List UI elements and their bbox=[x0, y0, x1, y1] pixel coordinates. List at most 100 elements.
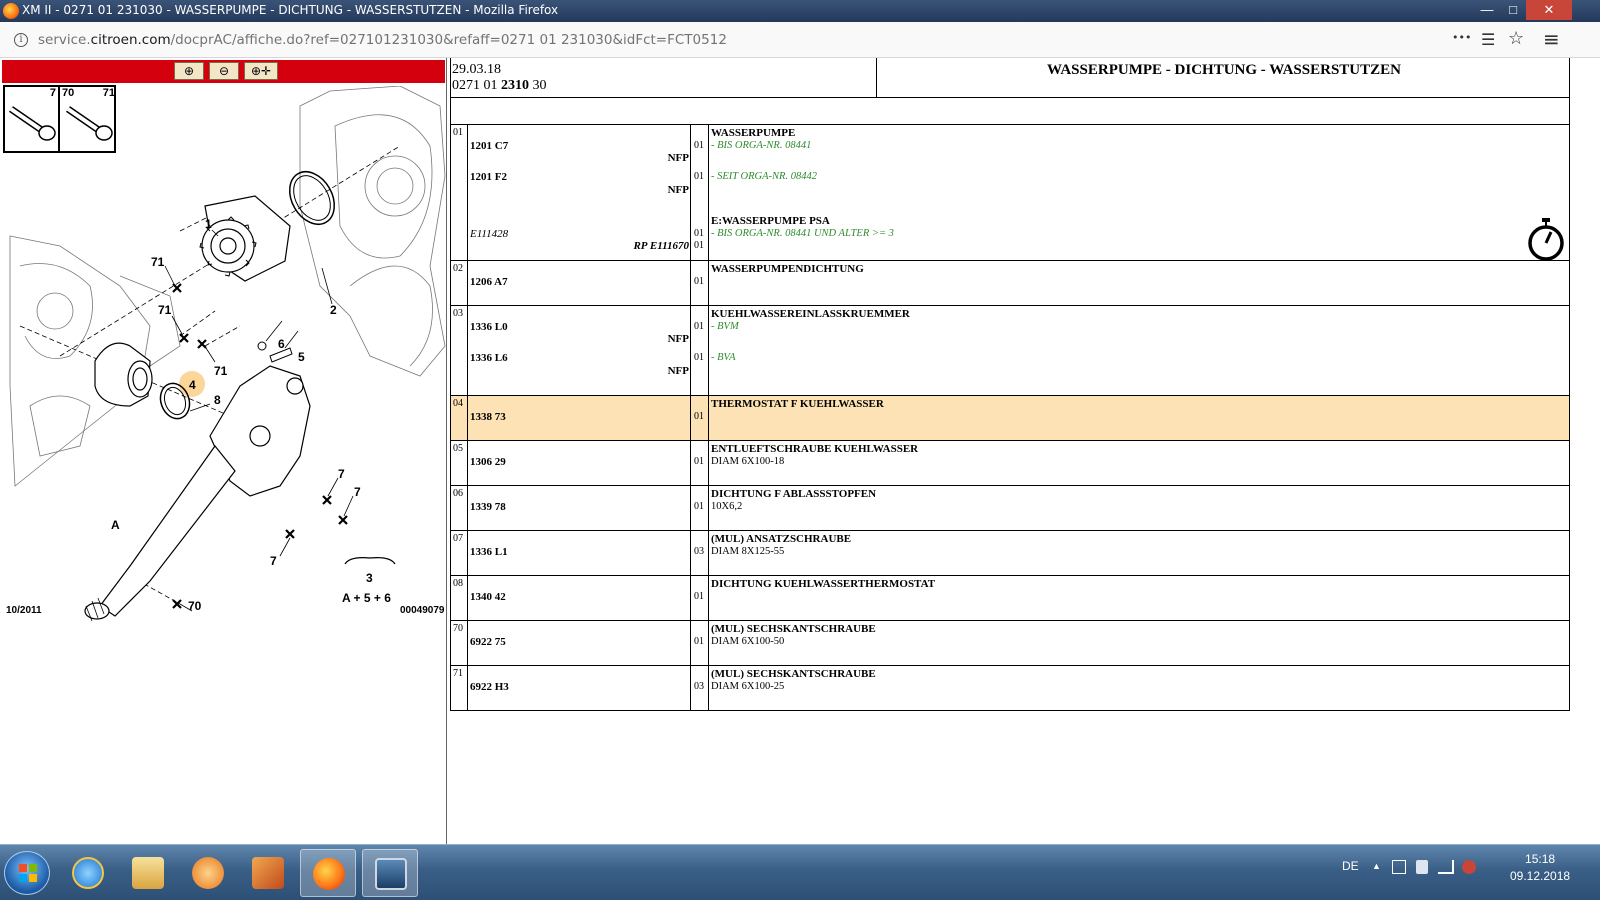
row-number: 06 bbox=[451, 486, 468, 530]
part-reference[interactable]: 1338 73 bbox=[470, 411, 506, 423]
row-reference-cell: 1336 L1 bbox=[468, 531, 691, 575]
table-row[interactable]: 06 1339 78 01 DICHTUNG F ABLASSSTOPFEN 1… bbox=[451, 486, 1569, 531]
part-dimension: DIAM 6X100-50 bbox=[711, 636, 785, 647]
row-quantity-cell: 01 01 bbox=[691, 306, 709, 395]
part-reference[interactable]: 6922 H3 bbox=[470, 681, 509, 693]
row-number: 08 bbox=[451, 576, 468, 620]
quantity: 03 bbox=[694, 681, 704, 692]
part-reference[interactable]: 1306 29 bbox=[470, 456, 506, 468]
taskbar-control-panel[interactable] bbox=[240, 849, 296, 897]
part-reference[interactable]: 1339 78 bbox=[470, 501, 506, 513]
zoom-out-button[interactable]: ⊖ bbox=[209, 62, 239, 80]
ref-part-c: 30 bbox=[529, 78, 547, 93]
minimize-button[interactable]: — bbox=[1474, 0, 1500, 20]
start-button[interactable] bbox=[4, 851, 50, 895]
quantity: 01 bbox=[694, 352, 704, 363]
row-reference-cell: 1340 42 bbox=[468, 576, 691, 620]
row-description-cell: (MUL) SECHSKANTSCHRAUBE DIAM 6X100-50 bbox=[709, 621, 1569, 665]
site-info-icon[interactable]: i bbox=[14, 33, 28, 47]
row-description-cell: WASSERPUMPENDICHTUNG bbox=[709, 261, 1569, 305]
row-description-cell: THERMOSTAT F KUEHLWASSER bbox=[709, 396, 1569, 440]
ref-part-a: 0271 01 bbox=[452, 78, 501, 93]
stopwatch-icon[interactable] bbox=[1527, 217, 1565, 261]
diagram-label-A[interactable]: A bbox=[111, 518, 120, 532]
part-description: THERMOSTAT F KUEHLWASSER bbox=[711, 398, 884, 410]
table-row[interactable]: 01 1201 C7 NFP 1201 F2 NFP E111428 RP E1… bbox=[451, 125, 1569, 261]
diagram-label-3[interactable]: 3 bbox=[366, 571, 373, 585]
close-button[interactable]: ✕ bbox=[1526, 0, 1572, 20]
taskbar-file-explorer[interactable] bbox=[120, 849, 176, 897]
part-reference[interactable]: 1336 L6 bbox=[470, 352, 508, 364]
row-number: 07 bbox=[451, 531, 468, 575]
part-reference[interactable]: 1201 F2 bbox=[470, 171, 507, 183]
part-reference[interactable]: 1336 L1 bbox=[470, 546, 508, 558]
table-row-selected[interactable]: 04 1338 73 01 THERMOSTAT F KUEHLWASSER bbox=[451, 396, 1569, 441]
nfp-flag: NFP bbox=[667, 152, 689, 164]
part-reference[interactable]: 1340 42 bbox=[470, 591, 506, 603]
page-actions-icon[interactable]: ••• bbox=[1452, 31, 1471, 44]
show-hidden-icons[interactable]: ▲ bbox=[1372, 861, 1381, 871]
pocket-icon[interactable]: ☰ bbox=[1481, 30, 1495, 49]
diagram-label-71[interactable]: 71 bbox=[151, 255, 165, 269]
part-reference[interactable]: 1206 A7 bbox=[470, 276, 508, 288]
diagram-label-7[interactable]: 7 bbox=[354, 485, 361, 499]
table-row[interactable]: 07 1336 L1 03 (MUL) ANSATZSCHRAUBE DIAM … bbox=[451, 531, 1569, 576]
part-reference[interactable]: 6922 75 bbox=[470, 636, 506, 648]
diagram-label-70[interactable]: 70 bbox=[188, 599, 202, 613]
diagram-label-71[interactable]: 71 bbox=[158, 303, 172, 317]
taskbar-internet-explorer[interactable] bbox=[60, 849, 116, 897]
row-number: 70 bbox=[451, 621, 468, 665]
quantity: 01 bbox=[694, 411, 704, 422]
table-row[interactable]: 05 1306 29 01 ENTLUEFTSCHRAUBE KUEHLWASS… bbox=[451, 441, 1569, 486]
network-icon[interactable] bbox=[1438, 860, 1454, 874]
table-row[interactable]: 71 6922 H3 03 (MUL) SECHSKANTSCHRAUBE DI… bbox=[451, 666, 1569, 711]
part-description: ENTLUEFTSCHRAUBE KUEHLWASSER bbox=[711, 443, 919, 455]
media-player-icon bbox=[192, 857, 224, 889]
table-row[interactable]: 02 1206 A7 01 WASSERPUMPENDICHTUNG bbox=[451, 261, 1569, 306]
taskbar-firefox[interactable] bbox=[300, 849, 356, 897]
device-icon[interactable] bbox=[1416, 860, 1428, 874]
diagram-label-5[interactable]: 5 bbox=[298, 350, 305, 364]
part-description: (MUL) ANSATZSCHRAUBE bbox=[711, 533, 852, 545]
menu-hamburger-icon[interactable]: ≡ bbox=[1543, 27, 1560, 51]
diagram-label-8[interactable]: 8 bbox=[214, 393, 221, 407]
diagram-label-7[interactable]: 7 bbox=[338, 467, 345, 481]
url-bar[interactable]: service.citroen.com/docprAC/affiche.do?r… bbox=[38, 32, 727, 48]
quantity: 01 bbox=[694, 240, 704, 251]
row-number: 04 bbox=[451, 396, 468, 440]
row-reference-cell: 6922 H3 bbox=[468, 666, 691, 710]
diagram-label-6[interactable]: 6 bbox=[278, 337, 285, 351]
part-reference[interactable]: E111428 bbox=[470, 228, 508, 240]
table-row[interactable]: 03 1336 L0 NFP 1336 L6 NFP 01 01 KUEHLWA… bbox=[451, 306, 1569, 396]
volume-muted-icon[interactable] bbox=[1462, 860, 1476, 874]
table-row[interactable]: 70 6922 75 01 (MUL) SECHSKANTSCHRAUBE DI… bbox=[451, 621, 1569, 666]
taskbar-media-player[interactable] bbox=[180, 849, 236, 897]
row-reference-cell: 1201 C7 NFP 1201 F2 NFP E111428 RP E1116… bbox=[468, 125, 691, 260]
zoom-fit-button[interactable]: ⊕✛ bbox=[244, 62, 278, 80]
diagram-label-1[interactable]: 1 bbox=[205, 217, 212, 231]
navigation-bar: i service.citroen.com/docprAC/affiche.do… bbox=[0, 22, 1600, 58]
part-reference[interactable]: 1201 C7 bbox=[470, 140, 508, 152]
row-description-cell: ENTLUEFTSCHRAUBE KUEHLWASSER DIAM 6X100-… bbox=[709, 441, 1569, 485]
taskbar-application[interactable] bbox=[362, 849, 418, 897]
language-indicator[interactable]: DE bbox=[1342, 859, 1359, 873]
exploded-parts-diagram: 1 2 3 A + 5 + 6 4 5 6 7 7 7 8 70 71 71 7… bbox=[9, 86, 446, 622]
row-reference-cell: 1338 73 bbox=[468, 396, 691, 440]
zoom-in-button[interactable]: ⊕ bbox=[174, 62, 204, 80]
part-reference[interactable]: 1336 L0 bbox=[470, 321, 508, 333]
row-description-cell: DICHTUNG KUEHLWASSERTHERMOSTAT bbox=[709, 576, 1569, 620]
table-row[interactable]: 08 1340 42 01 DICHTUNG KUEHLWASSERTHERMO… bbox=[451, 576, 1569, 621]
action-center-icon[interactable] bbox=[1392, 860, 1406, 874]
replacement-reference[interactable]: RP E111670 bbox=[633, 240, 689, 252]
diagram-label-2[interactable]: 2 bbox=[330, 303, 337, 317]
diagram-label-4[interactable]: 4 bbox=[189, 378, 196, 392]
bookmark-star-icon[interactable]: ☆ bbox=[1508, 28, 1524, 49]
quantity: 01 bbox=[694, 501, 704, 512]
diagram-formula: A + 5 + 6 bbox=[342, 591, 391, 605]
diagram-label-7[interactable]: 7 bbox=[270, 554, 277, 568]
firefox-icon bbox=[3, 3, 19, 19]
nfp-flag: NFP bbox=[667, 333, 689, 345]
diagram-label-71[interactable]: 71 bbox=[214, 364, 228, 378]
maximize-button[interactable]: □ bbox=[1500, 0, 1526, 20]
system-clock[interactable]: 15:18 09.12.2018 bbox=[1510, 851, 1570, 885]
